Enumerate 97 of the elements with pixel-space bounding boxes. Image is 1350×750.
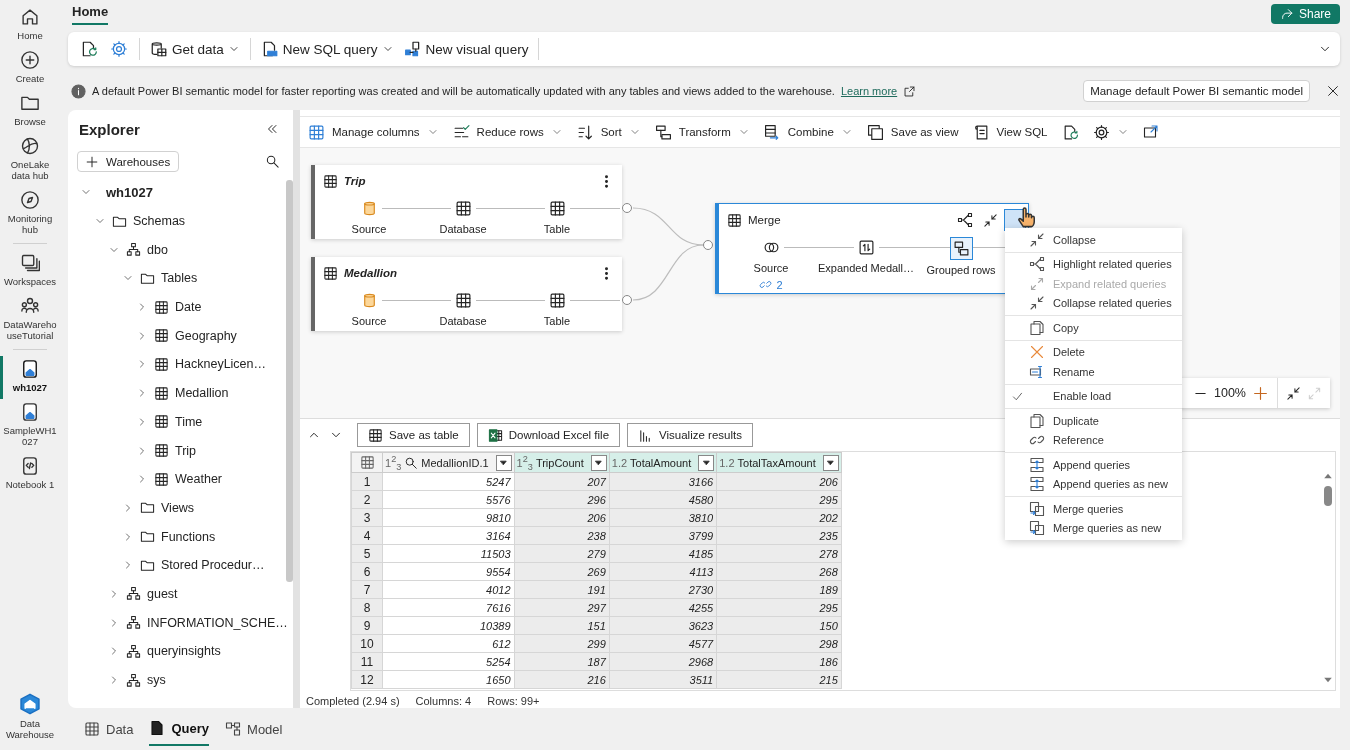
step-label: Source [351,315,387,327]
tree-item[interactable]: wh1027 [68,178,285,207]
query-title: Trip [344,175,367,187]
rail-item[interactable]: Browse [0,90,60,133]
menu-item[interactable]: Merge queries [1005,499,1182,519]
info-message: A default Power BI semantic model for faster reporting was created and will be automatically updated with any tables and views added to the warehouse. [92,85,835,97]
tree-item[interactable]: Stored Procedur… [68,550,285,580]
ribbon-button[interactable]: New visual query [400,37,532,61]
menu-item[interactable]: Collapse [1005,230,1182,250]
menu-item[interactable]: Append queries [1005,455,1182,475]
view-tab[interactable]: Query [149,712,210,746]
step-label: Database [439,315,487,327]
view-tab[interactable]: Model [225,712,283,746]
step-label: Grouped rows [926,264,996,276]
query-step[interactable]: Source [322,290,416,327]
query-title: Merge [748,214,782,226]
toolbar-button[interactable]: Transform [654,123,750,141]
menu-item[interactable]: Delete [1005,342,1182,362]
toolbar-button[interactable]: Sort [576,123,641,141]
query-title: Medallion [344,267,399,279]
tree-item[interactable]: guest [68,579,285,609]
query-step[interactable]: Expanded Medall… [818,237,914,291]
menu-item[interactable]: Enable load [1005,386,1182,406]
tree-item[interactable]: Weather [68,464,285,494]
rail-item[interactable]: Notebook 1 [0,453,60,496]
column-header[interactable]: 1.2 TotalAmount [609,452,717,473]
results-button[interactable]: Save as table [357,423,470,447]
menu-item[interactable]: Append queries as new [1005,474,1182,494]
tree-item[interactable]: Views [68,493,285,523]
step-label: Table [543,315,571,327]
tree-item[interactable]: sys [68,665,285,695]
learn-more-link[interactable]: Learn more [840,85,898,97]
menu-item[interactable]: Reference [1005,430,1182,450]
ribbon-button[interactable]: New SQL query [257,37,397,61]
tree-item[interactable]: Medallion [68,378,285,408]
query-node[interactable]: Medallion Source Database Table [311,257,622,331]
tree-item[interactable]: dbo [68,235,285,265]
menu-item[interactable]: Rename [1005,362,1182,382]
tree-item[interactable]: Tables [68,264,285,293]
query-step[interactable]: Database [416,198,510,235]
explorer-title: Explorer [79,120,140,138]
toolbar-button[interactable]: View SQL [972,123,1048,141]
related-queries-count[interactable]: 2 [759,278,783,291]
step-label: Table [543,223,571,235]
tree-item[interactable]: INFORMATION_SCHE… [68,608,285,637]
step-label: Database [439,223,487,235]
add-warehouses-button[interactable]: Warehouses [77,151,180,172]
rail-item[interactable]: Monitoring hub [0,187,60,241]
tree-item[interactable]: Schemas [68,206,285,236]
ribbon-tab[interactable]: Home [72,4,109,25]
step-label: Source [351,223,387,235]
query-step[interactable]: Table [510,198,604,235]
rail-item[interactable]: Workspaces [0,250,60,293]
column-header[interactable]: 1.2 TotalTaxAmount [716,452,842,473]
zoom-level: 100% [1214,386,1246,400]
step-label: Source [753,262,789,274]
toolbar-button[interactable]: Combine [763,123,853,141]
rail-item[interactable]: OneLake data hub [0,133,60,187]
tree-item[interactable]: Functions [68,522,285,551]
results-button[interactable]: Download Excel file [476,423,621,447]
view-tab[interactable]: Data [84,712,134,746]
tree-item[interactable]: HackneyLicen… [68,350,285,379]
toolbar-button[interactable]: Reduce rows [452,123,563,141]
query-step[interactable]: Source 2 [724,237,818,291]
tree-item[interactable]: queryinsights [68,637,285,666]
query-node[interactable]: Merge Source 2 Expanded Medall… Grouped rows [715,203,1029,294]
rail-item[interactable]: wh1027 [0,356,60,399]
tree-item[interactable]: Trip [68,436,285,465]
tree-item[interactable]: Date [68,292,285,322]
manage-model-button[interactable]: Manage default Power BI semantic model [1083,80,1310,102]
query-step[interactable]: Grouped rows [914,237,1008,291]
rail-item[interactable]: Data Warehouse [0,690,60,746]
menu-item[interactable]: Duplicate [1005,411,1182,431]
ribbon-button[interactable]: Get data [147,37,243,61]
results-button[interactable]: Visualize results [627,423,753,447]
rail-item[interactable]: SampleWH1027 [0,399,60,453]
rail-item[interactable]: Home [0,4,60,47]
menu-item[interactable]: Copy [1005,318,1182,338]
menu-item[interactable]: Collapse related queries [1005,293,1182,313]
column-header[interactable]: 1$^{2}$$_{3}$ TripCount [514,452,610,473]
query-step[interactable]: Source [322,198,416,235]
menu-item[interactable]: Highlight related queries [1005,254,1182,274]
status-text: Columns: 4 [415,695,472,707]
rail-item[interactable]: DataWarehouseTutorial [0,293,60,347]
menu-item[interactable]: Merge queries as new [1005,518,1182,538]
status-text: Rows: 99+ [487,695,540,707]
share-button[interactable]: Share [1270,4,1340,24]
toolbar-button[interactable]: Manage columns [308,123,439,141]
rail-item[interactable]: Create [0,47,60,90]
query-step[interactable]: Table [510,290,604,327]
status-text: Completed (2.94 s) [306,695,400,707]
query-step[interactable]: Database [416,290,510,327]
tree-item[interactable]: Time [68,407,285,437]
toolbar-button[interactable]: Save as view [866,123,959,141]
query-node[interactable]: Trip Source Database Table [311,165,622,239]
step-label: Expanded Medall… [818,262,914,274]
tree-item[interactable]: Geography [68,321,285,351]
